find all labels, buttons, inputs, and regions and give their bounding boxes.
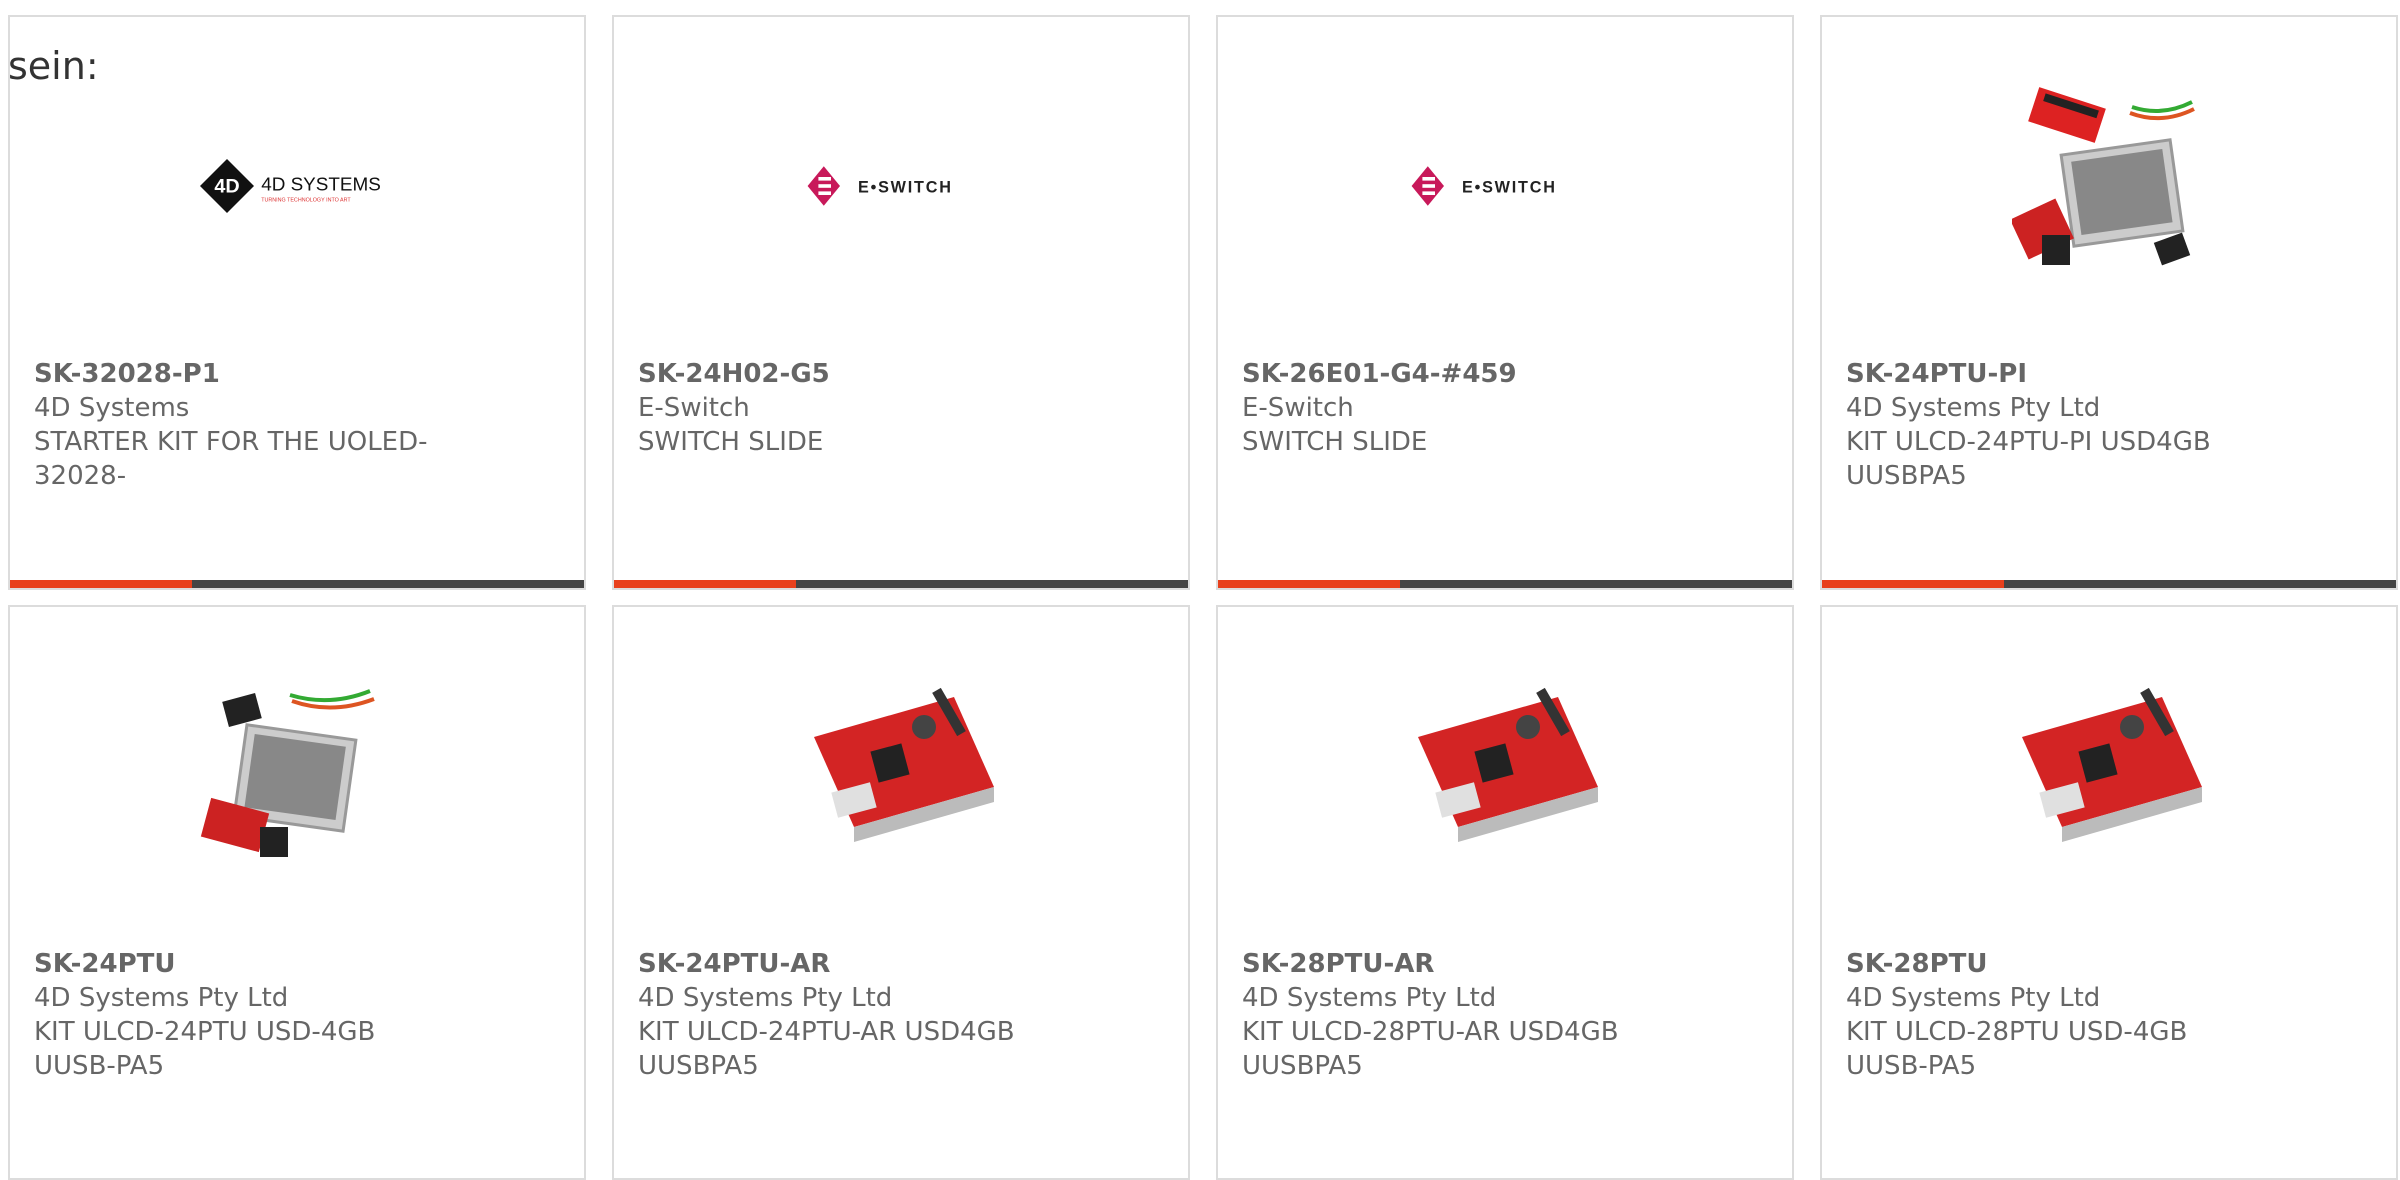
svg-text:E•SWITCH: E•SWITCH xyxy=(1462,178,1557,196)
manufacturer: 4D Systems Pty Ltd xyxy=(1846,983,2101,1013)
product-info: SK-24PTU-PI 4D Systems Pty Ltd KIT ULCD-… xyxy=(1846,357,2286,493)
svg-text:4D: 4D xyxy=(214,175,239,197)
part-number[interactable]: SK-28PTU-AR xyxy=(1242,947,1682,981)
product-info: SK-32028-P1 4D Systems STARTER KIT FOR T… xyxy=(34,357,474,493)
description: STARTER KIT FOR THE UOLED-32028- xyxy=(34,427,428,491)
product-card[interactable]: SK-28PTU 4D Systems Pty Ltd KIT ULCD-28P… xyxy=(1820,605,2398,1180)
product-info: SK-24PTU 4D Systems Pty Ltd KIT ULCD-24P… xyxy=(34,947,474,1083)
part-number[interactable]: SK-24PTU-PI xyxy=(1846,357,2286,391)
manufacturer: E-Switch xyxy=(638,393,750,423)
description: KIT ULCD-24PTU-AR USD4GB UUSBPA5 xyxy=(638,1017,1015,1081)
description: KIT ULCD-24PTU-PI USD4GB UUSBPA5 xyxy=(1846,427,2211,491)
card-accent-bar xyxy=(1822,580,2396,588)
svg-text:E•SWITCH: E•SWITCH xyxy=(858,178,953,196)
product-image[interactable]: 4D 4D SYSTEMS TURNING TECHNOLOGY INTO AR… xyxy=(200,87,398,285)
product-info: SK-28PTU 4D Systems Pty Ltd KIT ULCD-28P… xyxy=(1846,947,2286,1083)
product-image[interactable] xyxy=(200,677,398,875)
product-image[interactable]: E•SWITCH xyxy=(1408,87,1606,285)
manufacturer: 4D Systems xyxy=(34,393,190,423)
part-number[interactable]: SK-24PTU-AR xyxy=(638,947,1078,981)
display-kit-photo-icon xyxy=(200,689,375,857)
description: SWITCH SLIDE xyxy=(1242,427,1428,457)
display-kit-photo-icon xyxy=(2012,87,2195,266)
svg-text:4D SYSTEMS: 4D SYSTEMS xyxy=(261,175,381,196)
product-card[interactable]: 4D 4D SYSTEMS TURNING TECHNOLOGY INTO AR… xyxy=(8,15,586,590)
product-image[interactable] xyxy=(2012,87,2210,285)
card-accent-bar xyxy=(1218,580,1792,588)
product-image[interactable]: E•SWITCH xyxy=(804,87,1002,285)
description: KIT ULCD-24PTU USD-4GB UUSB-PA5 xyxy=(34,1017,376,1081)
red-board-photo-icon xyxy=(1418,687,1598,842)
description: KIT ULCD-28PTU USD-4GB UUSB-PA5 xyxy=(1846,1017,2188,1081)
svg-text:TURNING TECHNOLOGY INTO ART: TURNING TECHNOLOGY INTO ART xyxy=(261,197,351,203)
part-number[interactable]: SK-28PTU xyxy=(1846,947,2286,981)
red-board-photo-icon xyxy=(814,687,994,842)
product-card[interactable]: SK-24PTU-PI 4D Systems Pty Ltd KIT ULCD-… xyxy=(1820,15,2398,590)
part-number[interactable]: SK-32028-P1 xyxy=(34,357,474,391)
product-image[interactable] xyxy=(2012,677,2210,875)
product-card[interactable]: SK-28PTU-AR 4D Systems Pty Ltd KIT ULCD-… xyxy=(1216,605,1794,1180)
e-switch-logo-icon: E•SWITCH xyxy=(807,166,953,206)
manufacturer: E-Switch xyxy=(1242,393,1354,423)
product-card[interactable]: SK-24PTU-AR 4D Systems Pty Ltd KIT ULCD-… xyxy=(612,605,1190,1180)
4d-systems-logo-icon: 4D 4D SYSTEMS TURNING TECHNOLOGY INTO AR… xyxy=(200,159,381,213)
product-info: SK-26E01-G4-#459 E-Switch SWITCH SLIDE xyxy=(1242,357,1682,459)
card-accent-bar xyxy=(614,580,1188,588)
intro-text: sein: xyxy=(8,44,99,88)
product-card[interactable]: E•SWITCH SK-26E01-G4-#459 E-Switch SWITC… xyxy=(1216,15,1794,590)
manufacturer: 4D Systems Pty Ltd xyxy=(638,983,893,1013)
description: KIT ULCD-28PTU-AR USD4GB UUSBPA5 xyxy=(1242,1017,1619,1081)
manufacturer: 4D Systems Pty Ltd xyxy=(34,983,289,1013)
product-grid: 4D 4D SYSTEMS TURNING TECHNOLOGY INTO AR… xyxy=(8,15,2398,1180)
part-number[interactable]: SK-26E01-G4-#459 xyxy=(1242,357,1682,391)
e-switch-logo-icon: E•SWITCH xyxy=(1411,166,1557,206)
card-accent-bar xyxy=(10,580,584,588)
red-board-photo-icon xyxy=(2022,687,2202,842)
part-number[interactable]: SK-24H02-G5 xyxy=(638,357,1078,391)
product-info: SK-24PTU-AR 4D Systems Pty Ltd KIT ULCD-… xyxy=(638,947,1078,1083)
product-info: SK-28PTU-AR 4D Systems Pty Ltd KIT ULCD-… xyxy=(1242,947,1682,1083)
manufacturer: 4D Systems Pty Ltd xyxy=(1242,983,1497,1013)
manufacturer: 4D Systems Pty Ltd xyxy=(1846,393,2101,423)
part-number[interactable]: SK-24PTU xyxy=(34,947,474,981)
product-card[interactable]: E•SWITCH SK-24H02-G5 E-Switch SWITCH SLI… xyxy=(612,15,1190,590)
description: SWITCH SLIDE xyxy=(638,427,824,457)
product-image[interactable] xyxy=(804,677,1002,875)
product-image[interactable] xyxy=(1408,677,1606,875)
product-info: SK-24H02-G5 E-Switch SWITCH SLIDE xyxy=(638,357,1078,459)
product-card[interactable]: SK-24PTU 4D Systems Pty Ltd KIT ULCD-24P… xyxy=(8,605,586,1180)
